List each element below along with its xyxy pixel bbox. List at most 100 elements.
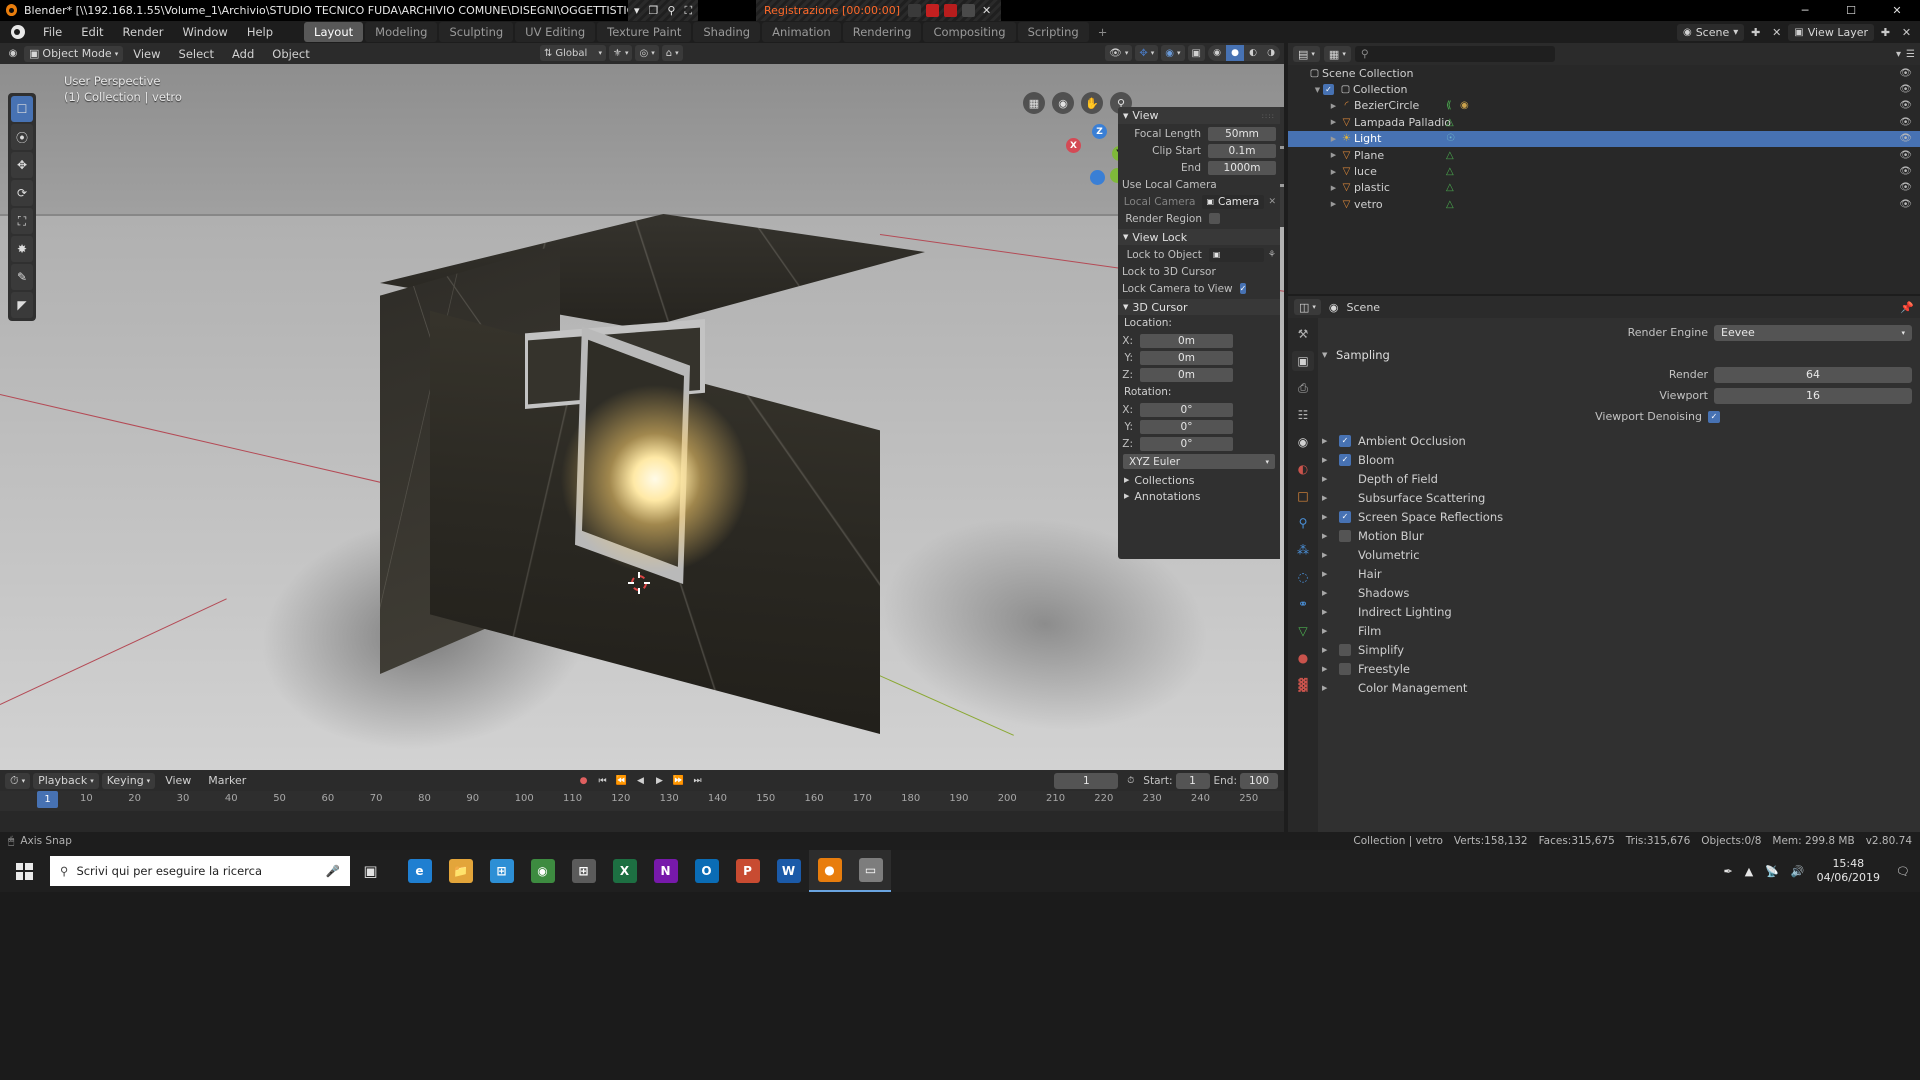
annotate-tool[interactable]: ✎ bbox=[11, 264, 33, 290]
record-button[interactable] bbox=[926, 4, 940, 17]
jump-to-end-button[interactable]: ⏭ bbox=[689, 773, 706, 789]
world-icon[interactable]: ◐ bbox=[1292, 459, 1314, 479]
sampling-section-header[interactable]: ▼ Sampling bbox=[1322, 345, 1912, 364]
visibility-dropdown[interactable]: 👁 ▾ bbox=[1105, 45, 1133, 61]
visibility-eye-icon[interactable]: 👁 bbox=[1899, 84, 1912, 95]
chevron-down-icon[interactable]: ▾ bbox=[634, 5, 640, 16]
current-frame-field[interactable]: 1 bbox=[1054, 772, 1119, 789]
taskbar-store-icon[interactable]: ⊞ bbox=[481, 850, 522, 892]
render-section-indirect-lighting[interactable]: ▶ Indirect Lighting bbox=[1322, 602, 1912, 621]
filter-icon[interactable]: ☰ bbox=[1906, 49, 1915, 60]
chevron-right-icon[interactable]: ▶ bbox=[1322, 646, 1332, 654]
notification-button[interactable]: 🗨 bbox=[1892, 850, 1914, 892]
proportional-edit-toggle[interactable]: ◎ ▾ bbox=[635, 45, 659, 61]
output-icon[interactable]: ⎙ bbox=[1292, 378, 1314, 398]
chevron-right-icon[interactable]: ▶ bbox=[1322, 437, 1332, 445]
expand-triangle-icon[interactable]: ▼ bbox=[1312, 86, 1323, 94]
cursor-rotation-y-row[interactable]: Y: 0° bbox=[1122, 419, 1276, 434]
pen-icon[interactable]: ✒ bbox=[1724, 865, 1733, 878]
cursor-tool[interactable]: ⦿ bbox=[11, 124, 33, 150]
focal-length-field[interactable]: 50mm bbox=[1208, 126, 1276, 141]
menu-edit[interactable]: Edit bbox=[72, 22, 112, 42]
snap-toggle[interactable]: ⚜ ▾ bbox=[609, 45, 633, 61]
mesh-data-icon[interactable]: △ bbox=[1446, 199, 1454, 210]
taskbar-calculator-icon[interactable]: ⊞ bbox=[563, 850, 604, 892]
workspace-tab-uv-editing[interactable]: UV Editing bbox=[515, 22, 596, 42]
viewport-header[interactable]: ◉ ▣ Object Mode ▾ View Select Add Object… bbox=[0, 43, 1284, 64]
outliner-editor-type-button[interactable]: ▤ ▾ bbox=[1293, 46, 1320, 62]
visibility-eye-icon[interactable]: 👁 bbox=[1899, 68, 1912, 79]
outliner-row-beziercircle[interactable]: ▶ ◜ BezierCircle ⟪ ◉ 👁 bbox=[1288, 98, 1920, 114]
view-lock-header[interactable]: ▼ View Lock bbox=[1118, 229, 1280, 245]
render-engine-row[interactable]: Render Engine Eevee ▾ bbox=[1322, 324, 1912, 341]
outliner-header[interactable]: ▤ ▾ ▦ ▾ ⚲ ▾ ☰ bbox=[1288, 43, 1920, 65]
recording-controls[interactable]: ✕ bbox=[908, 4, 993, 17]
annotations-panel-header[interactable]: ▶ Annotations bbox=[1118, 488, 1280, 504]
scene-selector[interactable]: ◉ Scene ▾ bbox=[1676, 23, 1745, 41]
viewport-menu-add[interactable]: Add bbox=[224, 47, 262, 61]
shading-solid[interactable]: ● bbox=[1226, 45, 1244, 61]
main-menu[interactable]: File Edit Render Window Help bbox=[34, 22, 282, 42]
next-keyframe-button[interactable]: ⏩ bbox=[670, 773, 687, 789]
sidebar-tab-view[interactable]: View bbox=[1280, 187, 1284, 227]
viewport-display-controls[interactable]: 👁 ▾ ✥ ▾ ◉ ▾ ▣ ◉ ● ◐ ◑ bbox=[1105, 45, 1280, 61]
blender-logo-icon[interactable] bbox=[8, 22, 28, 42]
gizmo-axis-neg-z[interactable] bbox=[1090, 170, 1105, 185]
shading-rendered[interactable]: ◑ bbox=[1262, 45, 1280, 61]
taskbar-chrome-icon[interactable]: ◉ bbox=[522, 850, 563, 892]
expand-triangle-icon[interactable]: ▶ bbox=[1328, 184, 1339, 192]
recorder-toolbar[interactable]: ▾ ❐ ⚲ ⛶ bbox=[628, 0, 699, 21]
lock-camera-to-view-row[interactable]: Lock Camera to View ✓ bbox=[1122, 281, 1276, 296]
viewlayer-icon[interactable]: ☷ bbox=[1292, 405, 1314, 425]
timeline-track-area[interactable] bbox=[0, 811, 1284, 832]
topbar-right-controls[interactable]: ◉ Scene ▾ ✚ ✕ ▣ View Layer ✚ ✕ bbox=[1676, 21, 1916, 43]
screenshot-button[interactable] bbox=[962, 4, 976, 17]
clip-end-row[interactable]: End 1000m bbox=[1122, 160, 1276, 175]
jump-to-start-button[interactable]: ⏮ bbox=[594, 773, 611, 789]
taskbar-blender-icon[interactable]: ● bbox=[809, 850, 850, 892]
keying-menu[interactable]: Keying ▾ bbox=[101, 772, 156, 789]
taskbar-edge-icon[interactable]: e bbox=[399, 850, 440, 892]
outliner-tree[interactable]: ▢ Scene Collection 👁 ▼ ✓ ▢ Collection 👁 ▶ ◜ Bezier… bbox=[1288, 65, 1920, 213]
playback-menu[interactable]: Playback ▾ bbox=[33, 772, 99, 789]
frame-range-controls[interactable]: 1 ⏱ Start: 1 End: 100 bbox=[1054, 772, 1278, 789]
microphone-icon[interactable]: 🎤 bbox=[326, 864, 340, 878]
outliner-row-collection[interactable]: ▼ ✓ ▢ Collection 👁 bbox=[1288, 81, 1920, 97]
new-scene-button[interactable]: ✚ bbox=[1746, 24, 1765, 41]
taskbar-onenote-icon[interactable]: N bbox=[645, 850, 686, 892]
mesh-data-icon[interactable]: △ bbox=[1446, 182, 1454, 193]
section-checkbox[interactable] bbox=[1339, 529, 1351, 542]
camera-icon[interactable]: ◉ bbox=[1052, 92, 1074, 114]
maximize-button[interactable]: ☐ bbox=[1828, 0, 1874, 21]
section-checkbox[interactable]: ✓ bbox=[1339, 453, 1351, 466]
outliner-row-light[interactable]: ▶ ☀ Light ☉ 👁 bbox=[1288, 130, 1920, 147]
move-tool[interactable]: ✥ bbox=[11, 152, 33, 178]
render-section-simplify[interactable]: ▶ Simplify bbox=[1322, 640, 1912, 659]
render-section-ambient-occlusion[interactable]: ▶ ✓ Ambient Occlusion bbox=[1322, 431, 1912, 450]
3d-viewport[interactable]: User Perspective (1) Collection | vetro … bbox=[0, 43, 1284, 770]
sampling-render-field[interactable]: 64 bbox=[1714, 366, 1912, 383]
cursor-rot-z-field[interactable]: 0° bbox=[1140, 436, 1233, 451]
minimize-button[interactable]: ─ bbox=[1782, 0, 1828, 21]
render-section-color-management[interactable]: ▶ Color Management bbox=[1322, 678, 1912, 697]
scene-icon[interactable]: ◉ bbox=[1292, 432, 1314, 452]
system-tray[interactable]: ✒ ▲ 📡 🔊 15:48 04/06/2019 🗨 bbox=[1724, 850, 1920, 892]
remove-view-layer-button[interactable]: ✕ bbox=[1897, 24, 1916, 41]
gizmo-axis-x[interactable]: X bbox=[1066, 138, 1081, 153]
workspace-tab-rendering[interactable]: Rendering bbox=[842, 22, 922, 42]
gizmo-axis-z[interactable]: Z bbox=[1092, 124, 1107, 139]
chevron-right-icon[interactable]: ▶ bbox=[1322, 551, 1332, 559]
unlink-scene-button[interactable]: ✕ bbox=[1767, 24, 1786, 41]
measure-tool[interactable]: ◤ bbox=[11, 292, 33, 318]
properties-editor-type-button[interactable]: ◫ ▾ bbox=[1294, 299, 1321, 315]
menu-file[interactable]: File bbox=[34, 22, 71, 42]
properties-editor[interactable]: ◫ ▾ ◉ Scene 📌 ⚒ ▣ ⎙ ☷ ◉ ◐ □ ⚲ ⁂ ◌ ⚭ ▽ ● ▓ Render Engi… bbox=[1288, 296, 1920, 832]
playhead[interactable]: 1 bbox=[37, 791, 58, 808]
data-icon[interactable]: ▽ bbox=[1292, 621, 1314, 641]
volume-icon[interactable]: 🔊 bbox=[1791, 865, 1805, 878]
use-local-camera-row[interactable]: Use Local Camera bbox=[1122, 177, 1276, 192]
menu-render[interactable]: Render bbox=[114, 22, 173, 42]
chevron-right-icon[interactable]: ▶ bbox=[1322, 532, 1332, 540]
3d-cursor-header[interactable]: ▼ 3D Cursor bbox=[1118, 299, 1280, 315]
expand-triangle-icon[interactable]: ▶ bbox=[1328, 102, 1339, 110]
